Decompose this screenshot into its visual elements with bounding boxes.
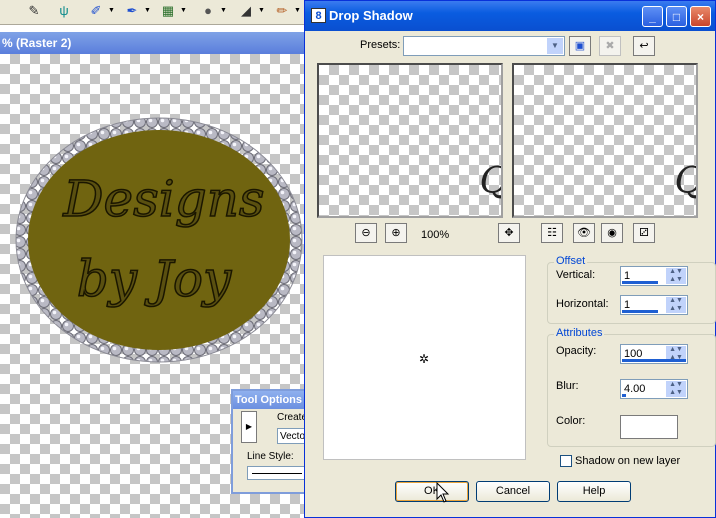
pen-tool-icon[interactable]: ✎	[24, 2, 44, 20]
spinner-icon[interactable]: ▲▼ ▲▼	[666, 268, 686, 284]
proof-icon[interactable]: ☷	[541, 223, 563, 243]
reset-icon[interactable]: ↩	[633, 36, 655, 56]
line-style-label: Line Style:	[247, 451, 294, 462]
pan-icon[interactable]: ✥	[498, 223, 520, 243]
presets-label: Presets:	[360, 39, 401, 51]
chevron-down-icon[interactable]: ▼	[258, 7, 265, 14]
create-label: Create	[277, 412, 308, 423]
before-preview: Q	[317, 63, 503, 218]
vertical-field[interactable]: 1 ▲▼ ▲▼	[620, 266, 688, 286]
tool-options-palette: Tool Options ▶ Create Vecto Line Style:	[231, 389, 311, 494]
logo-text-line2: by Joy	[77, 250, 232, 308]
tool-options-title: Tool Options	[233, 391, 309, 409]
brush-icon[interactable]: ✐	[86, 2, 106, 20]
maximize-button[interactable]: □	[666, 6, 687, 27]
eraser-icon[interactable]: ●	[198, 2, 218, 20]
minimize-button[interactable]: _	[642, 6, 663, 27]
dialog-title: Drop Shadow	[329, 8, 413, 23]
chevron-down-icon[interactable]: ▼	[108, 7, 115, 14]
pencil-icon[interactable]: ✏	[272, 2, 292, 20]
shadow-new-layer-label: Shadow on new layer	[575, 455, 681, 467]
horizontal-label: Horizontal:	[556, 298, 609, 310]
ok-button[interactable]: OK	[395, 481, 469, 502]
vertical-slider[interactable]	[622, 281, 658, 284]
color-swatch[interactable]	[620, 415, 678, 439]
blur-label: Blur:	[556, 380, 579, 392]
color-replacer-icon[interactable]: ▦	[158, 2, 178, 20]
cancel-button[interactable]: Cancel	[476, 481, 550, 502]
canvas-window-title: % (Raster 2)	[0, 32, 306, 54]
save-preset-icon[interactable]: ▣	[569, 36, 591, 56]
after-preview: Q	[512, 63, 698, 218]
spinner-icon[interactable]: ▲▼ ▲▼	[666, 297, 686, 313]
horizontal-field[interactable]: 1 ▲▼ ▲▼	[620, 295, 688, 315]
chevron-down-icon[interactable]: ▼	[180, 7, 187, 14]
opacity-slider[interactable]	[622, 359, 686, 362]
vertical-label: Vertical:	[556, 269, 596, 281]
clone-icon[interactable]: ✒	[122, 2, 142, 20]
attributes-group: Attributes Opacity: 100 ▲▼ ▲▼ Blur: 4.00 …	[547, 327, 716, 447]
zoom-out-icon[interactable]: ⊖	[355, 223, 377, 243]
chevron-down-icon[interactable]: ▼	[294, 7, 301, 14]
line-style-select[interactable]	[247, 466, 309, 480]
spinner-icon[interactable]: ▲▼ ▲▼	[666, 381, 686, 397]
chevron-down-icon[interactable]: ▼	[547, 38, 563, 54]
close-button[interactable]: ×	[690, 6, 711, 27]
chevron-down-icon[interactable]: ▼	[144, 7, 151, 14]
crosshair-icon[interactable]: ✲	[419, 352, 429, 366]
fill-icon[interactable]: ◢	[236, 2, 256, 20]
drop-shadow-dialog: 8 Drop Shadow _ □ × Presets: ▼ ▣ ✖ ↩ Q Q…	[304, 0, 716, 518]
auto-proof-icon[interactable]: 👁	[573, 223, 595, 243]
attributes-group-title: Attributes	[554, 327, 605, 339]
logo-text-line1: Designs	[62, 170, 264, 228]
offset-pad[interactable]: ✲	[323, 255, 526, 460]
horizontal-slider[interactable]	[622, 310, 658, 313]
preview-glyph-shadow: Q	[674, 161, 696, 202]
zoom-level: 100%	[421, 229, 450, 241]
shadow-new-layer-checkbox[interactable]	[560, 455, 572, 467]
picture-tube-icon[interactable]: ψ	[54, 2, 74, 20]
show-preview-icon[interactable]: ◉	[601, 223, 623, 243]
presets-select[interactable]: ▼	[403, 36, 565, 56]
opacity-label: Opacity:	[556, 345, 597, 357]
chevron-down-icon[interactable]: ▼	[220, 7, 227, 14]
logo-image: Designs by Joy	[15, 117, 303, 363]
offset-group: Offset Vertical: 1 ▲▼ ▲▼ Horizontal: 1 ▲▼…	[547, 255, 716, 324]
zoom-in-icon[interactable]: ⊕	[385, 223, 407, 243]
randomize-icon[interactable]: ⚂	[633, 223, 655, 243]
preview-glyph: Q	[479, 161, 501, 202]
dialog-titlebar[interactable]: 8 Drop Shadow _ □ ×	[305, 1, 715, 31]
offset-group-title: Offset	[554, 255, 588, 267]
blur-value: 4.00	[624, 383, 646, 395]
color-label: Color:	[556, 415, 586, 427]
blur-field[interactable]: 4.00 ▲▼ ▲▼	[620, 379, 688, 399]
blur-slider[interactable]	[622, 394, 626, 397]
app-icon: 8	[311, 8, 326, 23]
expand-arrow-icon[interactable]: ▶	[241, 411, 257, 443]
help-button[interactable]: Help	[557, 481, 631, 502]
opacity-field[interactable]: 100 ▲▼ ▲▼	[620, 344, 688, 364]
mouse-cursor-icon	[436, 482, 450, 503]
delete-preset-icon: ✖	[599, 36, 621, 56]
